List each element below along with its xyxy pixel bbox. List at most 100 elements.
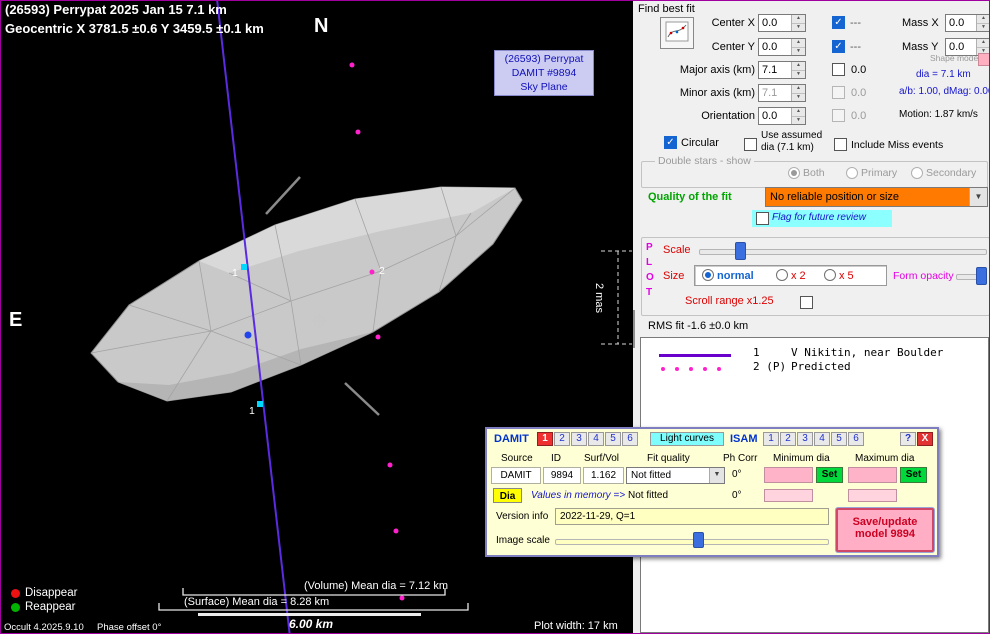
spinner-down-icon[interactable]: ▼ — [792, 48, 805, 56]
min-dia-memory-field — [764, 489, 813, 502]
shape-model-swatch[interactable] — [978, 53, 990, 66]
center-y-value[interactable]: 0.0 — [759, 39, 791, 55]
mass-x-spinner[interactable]: 0.0 ▲▼ — [945, 14, 990, 32]
double-both-radio[interactable] — [788, 167, 800, 179]
damit-tab-4[interactable]: 4 — [588, 432, 604, 446]
isam-tab-1[interactable]: 1 — [763, 432, 779, 446]
damit-window[interactable]: DAMIT 1 2 3 4 5 6 Light curves ISAM 1 2 … — [485, 427, 939, 557]
dia-button[interactable]: Dia — [493, 488, 522, 503]
min-dia-field[interactable] — [764, 467, 813, 483]
damit-tab-5[interactable]: 5 — [605, 432, 621, 446]
size-x5-label: x 5 — [839, 270, 854, 283]
size-x2-radio[interactable] — [776, 269, 788, 281]
isam-tab-3[interactable]: 3 — [797, 432, 813, 446]
isam-tab-2[interactable]: 2 — [780, 432, 796, 446]
mass-y-label: Mass Y — [902, 41, 938, 54]
help-button[interactable]: ? — [900, 432, 916, 446]
isam-tab-6[interactable]: 6 — [848, 432, 864, 446]
center-y-spinner[interactable]: 0.0 ▲▼ — [758, 38, 806, 56]
form-opacity-slider[interactable] — [956, 267, 987, 285]
use-assumed-checkbox[interactable] — [744, 138, 757, 151]
version-info-label: Version info — [496, 511, 548, 523]
circular-checkbox[interactable]: ✓ — [664, 136, 677, 149]
slider-thumb[interactable] — [735, 242, 746, 260]
flag-review-checkbox[interactable] — [756, 212, 769, 225]
damit-tab-1[interactable]: 1 — [537, 432, 553, 446]
major-axis-checkbox[interactable] — [832, 63, 845, 76]
isam-title: ISAM — [730, 433, 758, 446]
min-dia-set-button[interactable]: Set — [816, 467, 843, 483]
fit-quality-dropdown[interactable]: Not fitted ▼ — [626, 467, 725, 484]
slider-thumb[interactable] — [976, 267, 987, 285]
close-button[interactable]: X — [917, 432, 933, 446]
spinner-up-icon[interactable]: ▲ — [792, 39, 805, 48]
double-secondary-radio[interactable] — [911, 167, 923, 179]
spinner-up-icon[interactable]: ▲ — [792, 85, 805, 94]
minor-axis-value[interactable]: 7.1 — [759, 85, 791, 101]
scroll-range-checkbox[interactable] — [800, 296, 813, 309]
quality-dropdown[interactable]: No reliable position or size ▼ — [765, 187, 988, 207]
minor-axis-spinner[interactable]: 7.1 ▲▼ — [758, 84, 806, 102]
spinner-down-icon[interactable]: ▼ — [792, 71, 805, 79]
double-primary-radio[interactable] — [846, 167, 858, 179]
slider-track[interactable] — [555, 539, 829, 545]
isam-tab-5[interactable]: 5 — [831, 432, 847, 446]
check-icon: ✓ — [665, 137, 676, 148]
find-best-fit-title: Find best fit — [638, 3, 695, 16]
center-x-value[interactable]: 0.0 — [759, 15, 791, 31]
plot-title: (26593) Perrypat 2025 Jan 15 7.1 km — [5, 3, 227, 18]
include-miss-label: Include Miss events — [851, 139, 943, 151]
orientation-checkbox[interactable] — [832, 109, 845, 122]
size-x5-radio[interactable] — [824, 269, 836, 281]
spinner-down-icon[interactable]: ▼ — [792, 117, 805, 125]
chord-event-marker — [241, 264, 247, 270]
observer-2-name[interactable]: Predicted — [791, 361, 851, 374]
center-x-label: Center X — [653, 17, 755, 30]
major-axis-spinner[interactable]: 7.1 ▲▼ — [758, 61, 806, 79]
observed-chord-legend-line — [659, 354, 731, 357]
spinner-up-icon[interactable]: ▲ — [977, 15, 990, 24]
slider-thumb[interactable] — [693, 532, 704, 548]
max-dia-set-button[interactable]: Set — [900, 467, 927, 483]
light-curves-button[interactable]: Light curves — [650, 432, 724, 446]
damit-tab-6[interactable]: 6 — [622, 432, 638, 446]
include-miss-checkbox[interactable] — [834, 138, 847, 151]
damit-tab-3[interactable]: 3 — [571, 432, 587, 446]
damit-tab-2[interactable]: 2 — [554, 432, 570, 446]
scale-label: Scale — [663, 244, 691, 257]
center-x-checkbox[interactable]: ✓ — [832, 16, 845, 29]
observer-2-num[interactable]: 2 (P) — [753, 361, 786, 374]
version-info-field[interactable]: 2022-11-29, Q=1 — [555, 508, 829, 525]
spinner-up-icon[interactable]: ▲ — [977, 39, 990, 48]
orientation-value[interactable]: 0.0 — [759, 108, 791, 124]
scale-bar-label: 6.00 km — [261, 618, 361, 632]
spinner-up-icon[interactable]: ▲ — [792, 62, 805, 71]
center-x-spinner[interactable]: 0.0 ▲▼ — [758, 14, 806, 32]
panel-splitter[interactable] — [633, 310, 635, 348]
size-normal-radio[interactable] — [702, 269, 714, 281]
chevron-down-icon[interactable]: ▼ — [709, 468, 724, 483]
orientation-spinner[interactable]: 0.0 ▲▼ — [758, 107, 806, 125]
minor-axis-checkbox[interactable] — [832, 86, 845, 99]
chevron-down-icon[interactable]: ▼ — [969, 188, 987, 206]
circular-label: Circular — [681, 137, 719, 150]
spinner-up-icon[interactable]: ▲ — [792, 108, 805, 117]
observer-1-name[interactable]: V Nikitin, near Boulder — [791, 347, 943, 360]
max-dia-field[interactable] — [848, 467, 897, 483]
spinner-down-icon[interactable]: ▼ — [792, 24, 805, 32]
observer-1-num[interactable]: 1 — [753, 347, 760, 360]
save-update-button[interactable]: Save/update model 9894 — [836, 508, 934, 552]
spinner-up-icon[interactable]: ▲ — [792, 15, 805, 24]
spinner-down-icon[interactable]: ▼ — [977, 24, 990, 32]
major-axis-value[interactable]: 7.1 — [759, 62, 791, 78]
mass-x-value[interactable]: 0.0 — [946, 15, 976, 31]
double-both-label: Both — [803, 167, 825, 179]
header-min-dia: Minimum dia — [773, 453, 830, 465]
predicted-legend-dot — [661, 367, 665, 371]
spinner-down-icon[interactable]: ▼ — [792, 94, 805, 102]
scale-slider[interactable] — [699, 242, 987, 260]
image-scale-slider[interactable] — [555, 532, 829, 548]
mass-x-label: Mass X — [902, 17, 939, 30]
center-y-checkbox[interactable]: ✓ — [832, 40, 845, 53]
isam-tab-4[interactable]: 4 — [814, 432, 830, 446]
